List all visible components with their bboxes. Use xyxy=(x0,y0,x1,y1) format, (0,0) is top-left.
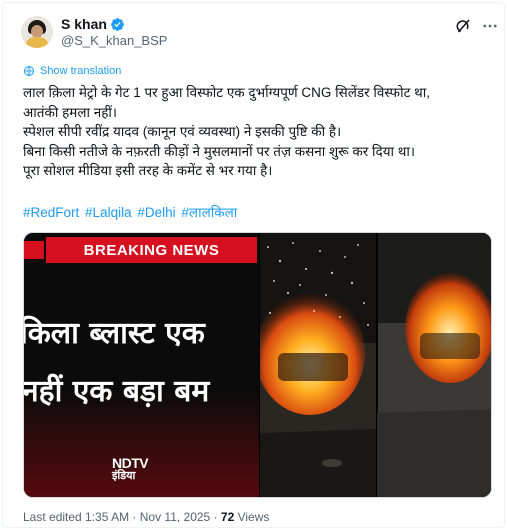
more-icon[interactable] xyxy=(481,17,499,35)
avatar[interactable] xyxy=(21,16,53,48)
views-label: Views xyxy=(234,510,270,524)
author-handle[interactable]: @S_K_khan_BSP xyxy=(61,33,167,48)
globe-icon xyxy=(24,66,34,76)
news-panel: BREAKING NEWS किला ब्लास्ट एक नहीं एक बड… xyxy=(23,233,259,497)
tweet-line: आतंकी हमला नहीं। xyxy=(23,104,118,120)
tweet-footer: Last edited 1:35 AM · Nov 11, 2025 · 72 … xyxy=(23,510,269,524)
hashtag-link[interactable]: #Lalqila xyxy=(85,205,132,220)
ndtv-logo: NDTV इंडिया xyxy=(112,455,149,483)
tweet-line: स्पेशल सीपी रवींद्र यादव (कानून एवं व्यव… xyxy=(23,124,342,139)
breaking-news-label: BREAKING NEWS xyxy=(83,241,220,259)
tweet-line: पूरा सोशल मीडिया इसी तरह के कमेंट से भर … xyxy=(23,163,273,178)
banner-accent xyxy=(24,241,44,259)
verified-badge-icon xyxy=(111,17,124,31)
media-image[interactable]: BREAKING NEWS किला ब्लास्ट एक नहीं एक बड… xyxy=(23,232,492,498)
show-translation-link[interactable]: Show translation xyxy=(23,65,121,77)
grok-icon[interactable] xyxy=(454,17,472,35)
hashtag-link[interactable]: #लालकिला xyxy=(181,205,237,220)
news-headline-line1: किला ब्लास्ट एक xyxy=(23,316,205,351)
views-count: 72 xyxy=(220,510,235,524)
news-headline-line2: नहीं एक बड़ा बम xyxy=(23,374,210,409)
author-name[interactable]: S khan xyxy=(61,16,107,32)
hashtags: #RedFort #Lalqila #Delhi #लालकिला xyxy=(23,203,239,221)
tweet-line: बिना किसी नतीजे के नफ़रती कीड़ों ने मुसल… xyxy=(23,143,416,159)
hashtag-link[interactable]: #RedFort xyxy=(23,205,79,220)
breaking-news-banner: BREAKING NEWS xyxy=(46,237,257,263)
tweet-text: लाल क़िला मेट्रो के गेट 1 पर हुआ विस्फोट… xyxy=(23,83,493,181)
hashtag-link[interactable]: #Delhi xyxy=(137,205,175,220)
tweet-line: लाल क़िला मेट्रो के गेट 1 पर हुआ विस्फोट… xyxy=(23,85,430,100)
show-translation-label[interactable]: Show translation xyxy=(40,65,121,77)
author-name-row[interactable]: S khan xyxy=(61,16,125,32)
edited-timestamp[interactable]: Last edited 1:35 AM · Nov 11, 2025 · xyxy=(23,510,221,524)
burning-car-scene xyxy=(260,233,491,497)
fire-photo-panel xyxy=(260,233,491,497)
avatar-body xyxy=(25,37,49,48)
tweet-card: S khan @S_K_khan_BSP Show translation ला… xyxy=(2,2,505,528)
